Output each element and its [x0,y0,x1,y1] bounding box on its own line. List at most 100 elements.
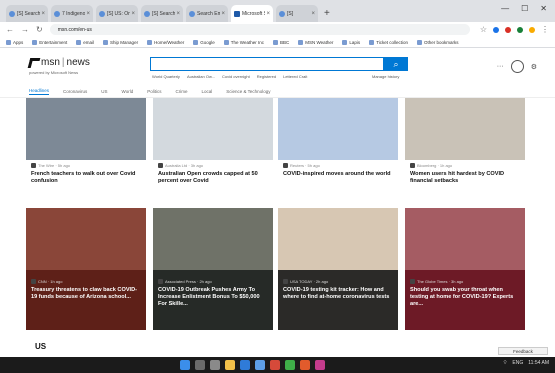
wifi-icon[interactable]: ⌔ [503,360,508,366]
tab-2[interactable]: 7 Indigenous Voic× [51,5,93,22]
tab-science-tech[interactable]: Science & Technology [226,89,270,94]
news-card[interactable]: Associated Press · 2h ago COVID-19 Outbr… [153,208,273,330]
bookmark-item[interactable]: Home/Weather [147,39,184,45]
search-button[interactable]: ⌕ [384,57,408,71]
news-card[interactable]: USA TODAY · 2h ago COVID-19 testing kit … [278,208,398,330]
trending-link[interactable]: Covid overnight [222,74,250,79]
back-icon[interactable]: ← [6,25,14,34]
msn-logo[interactable]: msn | news [27,57,90,68]
close-tab-icon[interactable]: × [266,11,270,17]
news-title: COVID-inspired moves around the world [283,171,391,177]
bookmark-icon [298,39,304,45]
bookmark-item[interactable]: Other bookmarks [417,39,459,45]
bookmark-item[interactable]: Google [193,39,215,45]
url-field[interactable]: msn.com/en-us [49,24,470,35]
tab-us[interactable]: US [101,89,107,94]
tab-world[interactable]: World [122,89,134,94]
extension-icon[interactable] [493,26,499,33]
forward-icon[interactable]: → [21,25,29,34]
tab-coronavirus[interactable]: Coronavirus [63,89,87,94]
tab-4[interactable]: [S] Search × [141,5,183,22]
close-tab-icon[interactable]: × [131,11,135,17]
bookmark-icon [76,39,82,45]
edge-icon[interactable] [240,360,250,370]
tab-3[interactable]: [S] US: Ontario× [96,5,138,22]
close-tab-icon[interactable]: × [86,11,90,17]
news-image [278,208,398,270]
minimize-icon[interactable]: — [501,4,509,13]
tab-favicon [99,10,105,17]
trending-link[interactable]: Registered [257,74,276,79]
close-tab-icon[interactable]: × [311,11,315,17]
bookmark-icon [147,39,153,45]
tab-1[interactable]: [S] Search × [6,5,48,22]
bookmark-item[interactable]: Apps [6,39,23,45]
news-image [26,208,146,270]
bookmark-item[interactable]: Ship Manager [103,39,138,45]
bookmark-item[interactable]: MSN Weather [298,39,333,45]
extension-icon[interactable] [517,26,523,33]
bookmark-icon [223,39,229,45]
bookmark-icon [103,39,109,45]
trending-link[interactable]: World Quarterly [152,74,180,79]
reload-icon[interactable]: ↻ [36,25,43,34]
tab-politics[interactable]: Politics [147,89,161,94]
news-card[interactable]: Reuters · 5h ago COVID-inspired moves ar… [278,98,398,199]
store-icon[interactable] [255,360,265,370]
bookmark-item[interactable]: BBC [272,39,289,45]
windows-start-icon[interactable] [180,360,190,370]
tab-local[interactable]: Local [201,89,212,94]
tab-5[interactable]: Search Employee× [186,5,228,22]
bookmark-item[interactable]: Ticket collection [369,39,408,45]
profile-icon[interactable] [529,26,535,33]
star-icon[interactable]: ☆ [480,25,487,34]
bookmark-icon [6,39,11,45]
task-view-icon[interactable] [210,360,220,370]
bookmark-item[interactable]: The Weather Inc [223,39,264,45]
news-card[interactable]: Bloomberg · 1h ago Women users hit harde… [405,98,525,199]
settings-icon[interactable]: ⚙ [531,63,537,71]
manage-history-link[interactable]: Manage history [372,74,399,79]
more-button[interactable]: ··· [497,63,504,70]
news-card[interactable]: Australia Ltd · 3h ago Australian Open c… [153,98,273,199]
tab-crime[interactable]: Crime [175,89,187,94]
file-explorer-icon[interactable] [225,360,235,370]
search-icon[interactable] [195,360,205,370]
menu-icon[interactable]: ⋮ [541,25,549,34]
news-card[interactable]: The Wire · 5h ago French teachers to wal… [26,98,146,199]
close-tab-icon[interactable]: × [221,11,225,17]
feedback-button[interactable]: Feedback [498,347,548,355]
trending-link[interactable]: Lettered Crait [283,74,307,79]
butterfly-icon [27,57,41,68]
source-icon [31,279,36,284]
avatar[interactable] [510,60,524,73]
bookmark-icon [369,39,375,45]
tab-favicon [279,10,285,17]
extension-icon[interactable] [505,26,511,33]
news-image [405,98,525,160]
app-icon[interactable] [315,360,325,370]
app-icon[interactable] [300,360,310,370]
tab-7[interactable]: [S] × [276,5,318,22]
app-icon[interactable] [270,360,280,370]
bookmark-item[interactable]: Entertainment [32,39,67,45]
new-tab-button[interactable]: + [324,8,330,19]
news-card[interactable]: The Globe Times · 3h ago Should you swab… [405,208,525,330]
bookmark-icon [272,39,278,45]
close-window-icon[interactable]: ✕ [540,4,547,13]
bookmark-item[interactable]: email [76,39,94,45]
tab-6-active[interactable]: Microsoft Start× [231,5,273,22]
search-input[interactable] [150,57,384,71]
news-card[interactable]: CNN · 1h ago Treasury threatens to claw … [26,208,146,330]
header-actions: ··· ⚙ [497,60,537,73]
chrome-icon[interactable] [285,360,295,370]
card-caption: The Globe Times · 3h ago Should you swab… [405,270,525,330]
card-caption: CNN · 1h ago Treasury threatens to claw … [26,270,146,330]
maximize-icon[interactable]: ☐ [521,4,528,13]
close-tab-icon[interactable]: × [41,11,45,17]
tab-headlines[interactable]: Headlines [29,88,50,95]
card-caption: Associated Press · 2h ago COVID-19 Outbr… [153,270,273,330]
trending-link[interactable]: Australian Ow... [187,74,215,79]
bookmark-item[interactable]: Lapis [342,39,360,45]
close-tab-icon[interactable]: × [176,11,180,17]
